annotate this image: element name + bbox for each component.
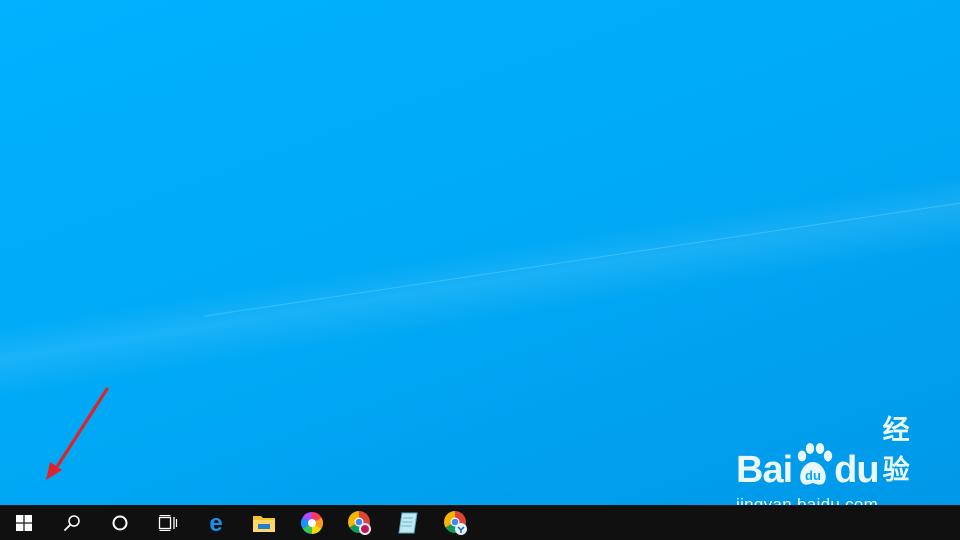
chrome-variant-2-icon <box>444 510 467 535</box>
annotation-arrow-icon <box>46 387 109 480</box>
wallpaper-light-beam <box>0 164 960 406</box>
task-view-icon <box>158 514 178 531</box>
baidu-paw-logo-icon: du <box>793 442 833 490</box>
file-explorer-icon <box>253 515 275 532</box>
watermark-product-name: 经验 <box>882 415 910 485</box>
cortana-icon <box>112 515 128 530</box>
svg-text:e: e <box>209 511 222 535</box>
colorful-app-button[interactable] <box>288 505 336 540</box>
watermark-brand-du: du <box>834 449 879 491</box>
watermark-url: jingyan.baidu.com <box>736 495 879 505</box>
desktop-background[interactable]: Bai du du 经验 jingyan.baidu.com <box>0 0 960 505</box>
notepad-app-icon <box>398 512 418 533</box>
windows-start-icon <box>16 514 32 531</box>
watermark-brand-bai: Bai <box>736 449 793 491</box>
notepad-app-button[interactable] <box>384 505 432 540</box>
taskbar: e <box>0 505 960 540</box>
cortana-button[interactable] <box>96 505 144 540</box>
chrome-variant-button[interactable] <box>336 505 384 540</box>
chrome-variant-icon <box>348 510 371 535</box>
task-view-button[interactable] <box>144 505 192 540</box>
colorful-app-icon <box>301 511 323 534</box>
start-button[interactable] <box>0 505 48 540</box>
search-button[interactable] <box>48 505 96 540</box>
search-icon <box>64 514 80 531</box>
baidu-jingyan-watermark: Bai du du 经验 jingyan.baidu.com <box>736 415 916 505</box>
file-explorer-button[interactable] <box>240 505 288 540</box>
edge-browser-button[interactable]: e <box>192 505 240 540</box>
svg-text:du: du <box>805 468 821 483</box>
chrome-variant-2-button[interactable] <box>432 505 480 540</box>
edge-browser-icon: e <box>209 511 222 535</box>
